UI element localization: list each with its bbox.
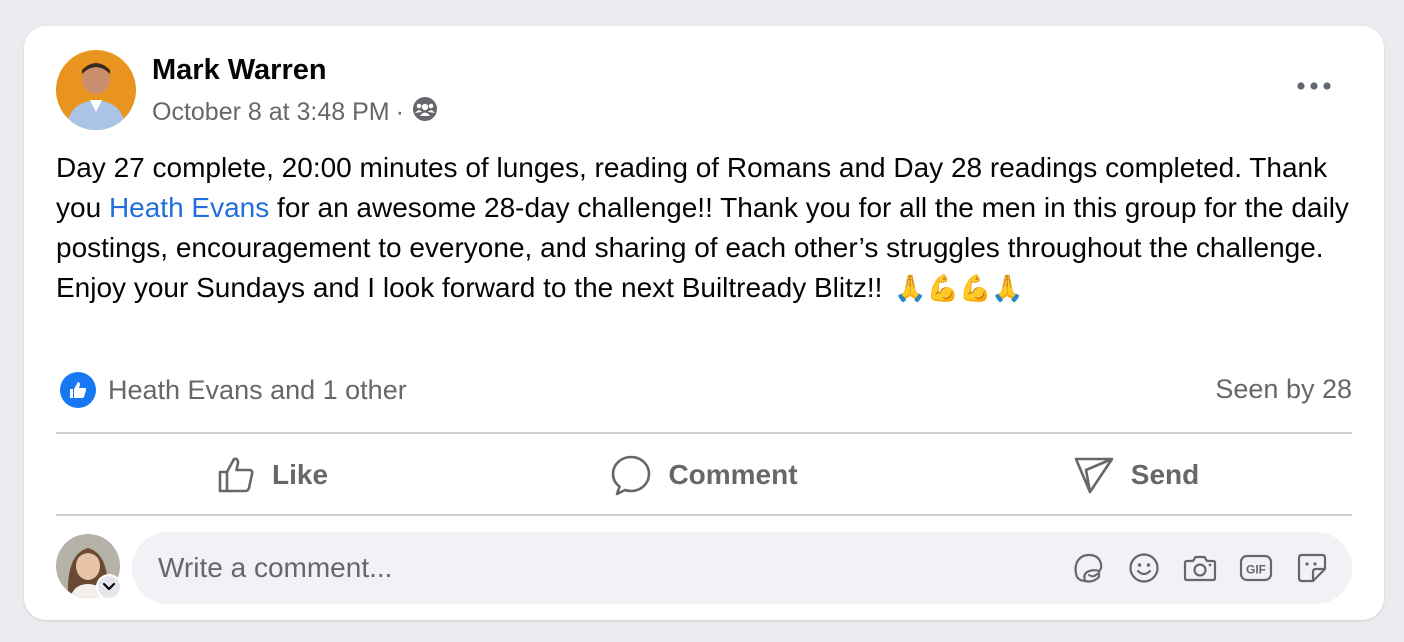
send-button[interactable]: Send — [920, 436, 1352, 514]
comment-bubble-icon — [612, 455, 651, 496]
comment-input[interactable] — [156, 551, 1066, 585]
emoji-icon[interactable] — [1122, 546, 1166, 590]
comment-label: Comment — [668, 459, 798, 490]
post-meta: October 8 at 3:48 PM · — [152, 96, 438, 129]
comment-composer: GIF — [132, 532, 1352, 604]
thumbs-up-icon — [218, 457, 254, 493]
author-avatar[interactable] — [56, 50, 136, 130]
divider — [56, 514, 1352, 516]
camera-icon[interactable] — [1178, 546, 1222, 590]
comment-button[interactable]: Comment — [488, 436, 920, 514]
svg-text:GIF: GIF — [1246, 563, 1266, 577]
more-options-button[interactable] — [1292, 72, 1336, 100]
divider — [56, 432, 1352, 434]
gif-icon[interactable]: GIF — [1234, 546, 1278, 590]
meta-separator: · — [395, 98, 404, 126]
send-label: Send — [1130, 459, 1200, 490]
post-actions: Like Comment Send — [56, 436, 1352, 514]
seen-by-count[interactable]: Seen by 28 — [1215, 374, 1352, 405]
author-name[interactable]: Mark Warren — [152, 54, 327, 87]
sticker-icon[interactable] — [1290, 546, 1334, 590]
post-card: Mark Warren October 8 at 3:48 PM · Day 2… — [24, 26, 1384, 620]
like-reaction-icon — [60, 372, 96, 408]
chevron-down-icon — [98, 576, 120, 598]
reactions-summary[interactable]: Heath Evans and 1 other — [60, 372, 407, 408]
avatar-sticker-icon[interactable] — [1066, 546, 1110, 590]
like-button[interactable]: Like — [56, 436, 488, 514]
reactions-text: Heath Evans and 1 other — [108, 374, 407, 405]
post-emojis: 🙏💪💪🙏 — [894, 274, 1024, 304]
post-text: Day 27 complete, 20:00 minutes of lunges… — [56, 148, 1356, 309]
send-icon — [1074, 457, 1114, 494]
mention-link[interactable]: Heath Evans — [109, 192, 269, 223]
post-timestamp[interactable]: October 8 at 3:48 PM — [152, 98, 390, 127]
like-label: Like — [271, 459, 329, 490]
account-switcher-button[interactable] — [96, 574, 122, 600]
more-dots-icon — [1297, 82, 1331, 90]
group-audience-icon — [410, 96, 438, 129]
